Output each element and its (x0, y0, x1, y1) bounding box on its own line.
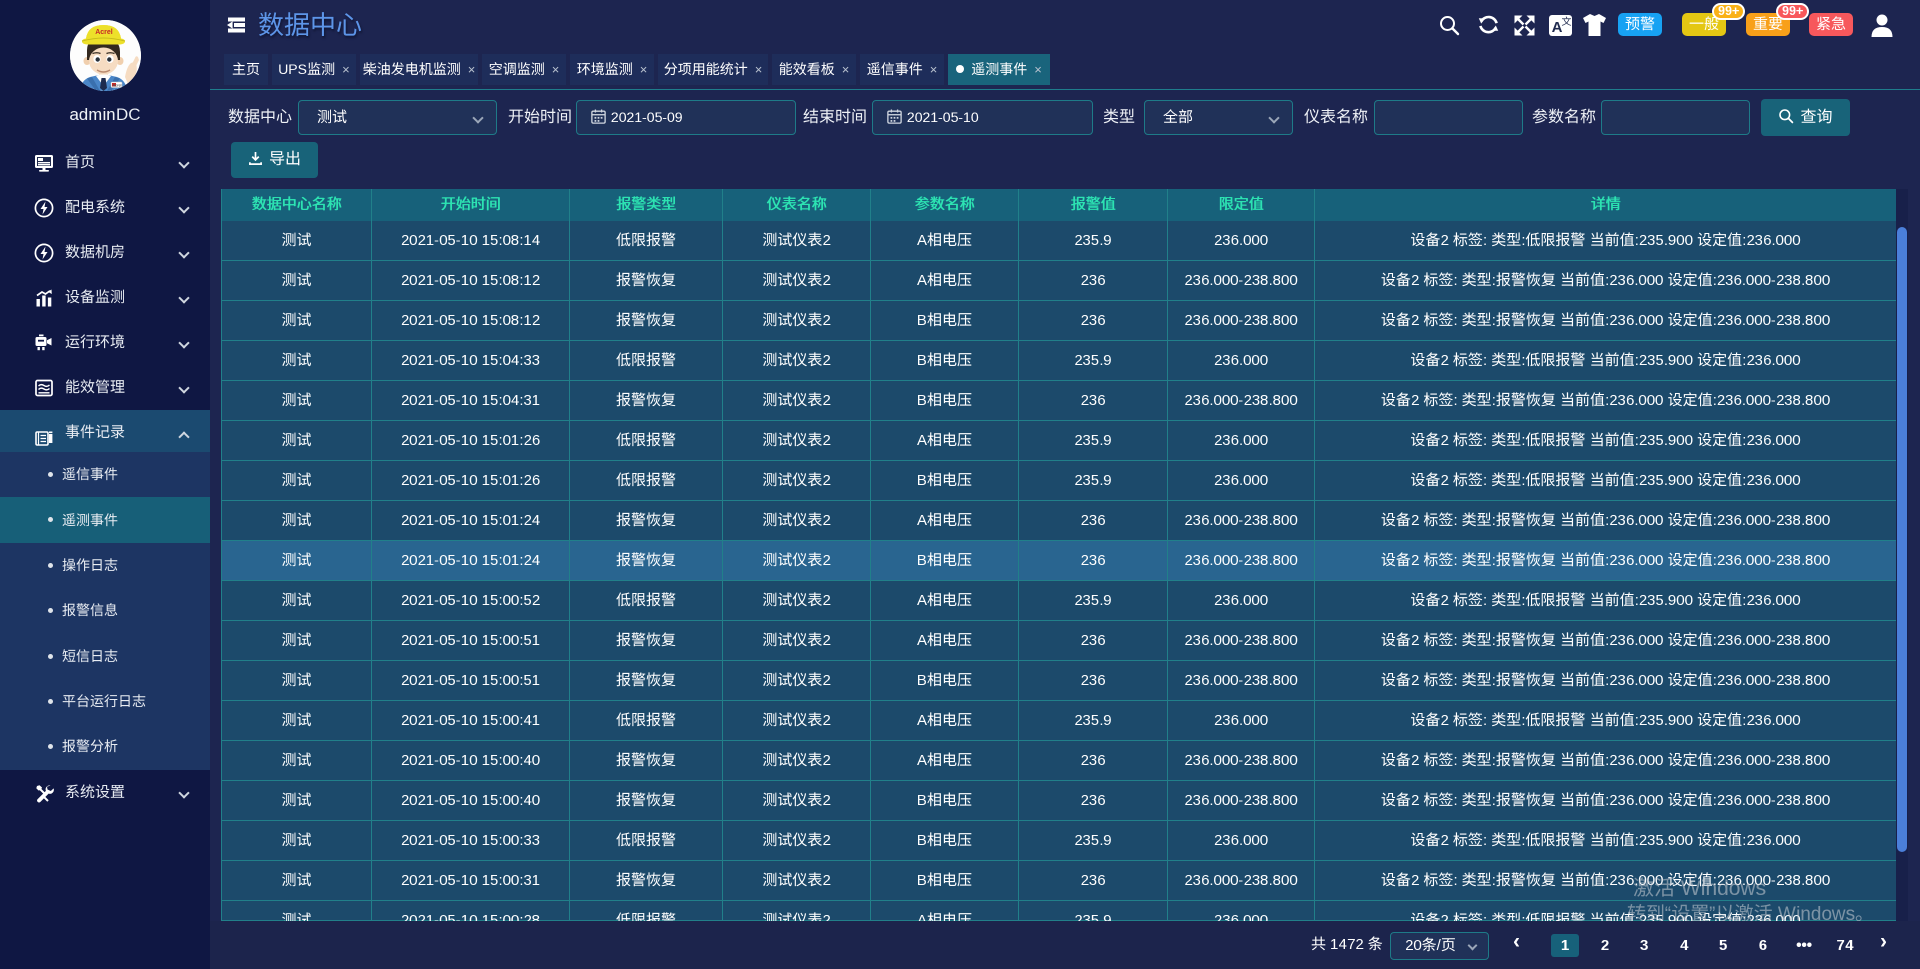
svg-text:Acrel: Acrel (95, 29, 113, 36)
svg-text:Acrel: Acrel (113, 84, 122, 88)
svg-text:文: 文 (1562, 16, 1572, 28)
